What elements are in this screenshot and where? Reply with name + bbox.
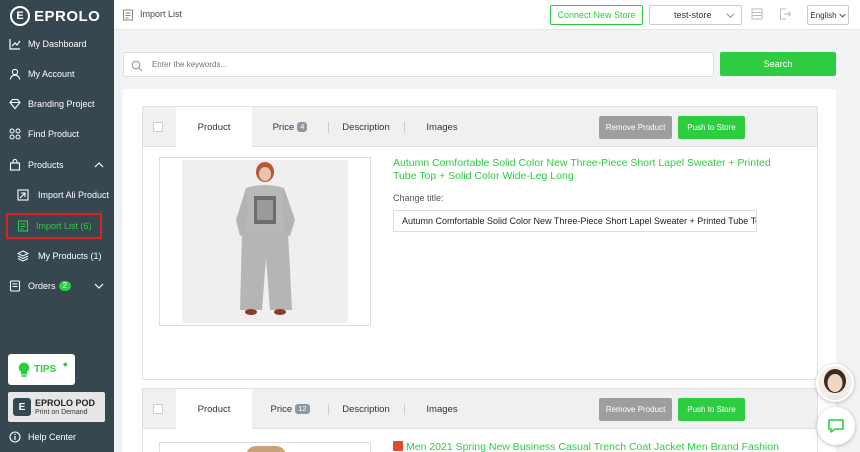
bag-icon [9,159,21,171]
sidebar-item-my-products[interactable]: My Products (1) [0,243,114,269]
chat-icon [826,416,846,436]
change-title-label: Change title: [393,193,444,203]
orders-count-badge: 2 [58,281,71,291]
tab-description[interactable]: Description [328,389,404,429]
document-icon [9,280,21,292]
store-select[interactable]: test-store [649,5,742,25]
pod-subtitle: Print on Demand [35,408,88,416]
sidebar-item-label: Find Product [28,129,80,139]
tab-product[interactable]: Product [176,107,252,148]
sidebar-item-label: My Dashboard [28,39,87,49]
search-bar [123,52,714,77]
grid-icon [9,128,21,140]
product-card: Product Price 12 Description Images Remo… [142,388,818,452]
table-icon[interactable] [750,7,764,21]
select-checkbox[interactable] [153,404,163,414]
price-count-badge: 12 [295,404,310,414]
push-to-store-button[interactable]: Push to Store [678,116,745,139]
sidebar-item-label: Import Ali Product [38,190,110,200]
chart-icon [9,38,21,50]
top-bar: Import List Connect New Store test-store… [114,0,860,30]
info-icon [9,431,21,443]
chevron-down-icon [726,11,735,20]
remove-product-button[interactable]: Remove Product [599,116,672,139]
sidebar-item-branding[interactable]: Branding Project [0,91,114,117]
list-icon [17,220,29,232]
store-select-value: test-store [674,10,712,20]
eprolo-pod-banner[interactable]: E EPROLO POD Print on Demand [8,392,105,422]
pod-logo-icon: E [13,398,31,416]
language-value: English [810,10,837,20]
remove-product-button[interactable]: Remove Product [599,398,672,421]
sidebar-item-label: Import List (6) [36,221,92,231]
product-image-frame[interactable] [159,442,371,452]
language-select[interactable]: English [807,5,849,25]
product-photo [182,160,348,323]
sidebar: E EPROLO My Dashboard My Account Brandin… [0,0,114,452]
product-image-frame[interactable] [159,157,371,326]
lightbulb-icon [18,361,30,378]
tab-images[interactable]: Images [404,389,480,429]
sidebar-item-import-list[interactable]: Import List (6) [6,213,102,239]
sidebar-item-label: Orders [28,281,56,291]
chevron-down-icon [838,12,846,19]
product-title-text: Men 2021 Spring New Business Casual Tren… [406,441,779,452]
layers-icon [17,250,29,262]
tab-description[interactable]: Description [328,107,404,147]
page-title: Import List [140,9,183,19]
sidebar-item-label: My Account [28,69,75,79]
pod-title: EPROLO POD [35,397,96,408]
flag-icon [393,441,403,451]
product-card-header: Product Price 12 Description Images Remo… [143,389,817,430]
sidebar-item-import-ali[interactable]: Import Ali Product [0,182,114,208]
sidebar-item-dashboard[interactable]: My Dashboard [0,31,114,57]
sidebar-item-account[interactable]: My Account [0,61,114,87]
tab-price[interactable]: Price 4 [252,107,328,147]
search-button[interactable]: Search [720,52,836,76]
search-icon [131,59,143,72]
logo-mark: E [10,6,30,26]
notification-dot-icon: ● [62,359,68,369]
brand-logo[interactable]: E EPROLO [10,6,100,26]
import-icon [17,189,29,201]
sidebar-item-products[interactable]: Products [0,152,114,178]
sidebar-item-find-product[interactable]: Find Product [0,121,114,147]
tab-images[interactable]: Images [404,107,480,147]
sidebar-item-label: My Products (1) [38,251,102,261]
search-input[interactable] [152,57,692,72]
user-icon [9,68,21,80]
chevron-up-icon [94,160,104,170]
product-photo [246,446,286,452]
help-center-label: Help Center [28,432,77,442]
sidebar-item-label: Products [28,160,64,170]
list-icon [122,8,134,21]
logo-text: EPROLO [34,7,101,25]
help-center-link[interactable]: Help Center [0,426,114,448]
diamond-icon [9,98,21,110]
chat-button[interactable] [817,407,855,445]
tips-button[interactable]: TIPS ● [8,354,75,385]
product-card-header: Product Price 4 Description Images Remov… [143,107,817,148]
chevron-down-icon [94,281,104,291]
select-checkbox[interactable] [153,122,163,132]
tab-product[interactable]: Product [176,389,252,430]
tips-label: TIPS [34,364,57,375]
price-count-badge: 4 [297,122,308,132]
push-to-store-button[interactable]: Push to Store [678,398,745,421]
connect-new-store-button[interactable]: Connect New Store [550,5,643,25]
support-agent-avatar[interactable] [816,364,854,402]
product-title-link[interactable]: Men 2021 Spring New Business Casual Tren… [393,441,813,452]
tab-price[interactable]: Price 12 [252,389,328,429]
title-input[interactable] [393,210,757,232]
product-title-link[interactable]: Autumn Comfortable Solid Color New Three… [393,157,793,183]
sidebar-item-orders[interactable]: Orders 2 [0,273,114,299]
logout-icon[interactable] [778,7,792,21]
tab-price-label: Price [270,403,293,415]
product-card: Product Price 4 Description Images Remov… [142,106,818,380]
sidebar-item-label: Branding Project [28,99,95,109]
tab-price-label: Price [272,121,295,133]
